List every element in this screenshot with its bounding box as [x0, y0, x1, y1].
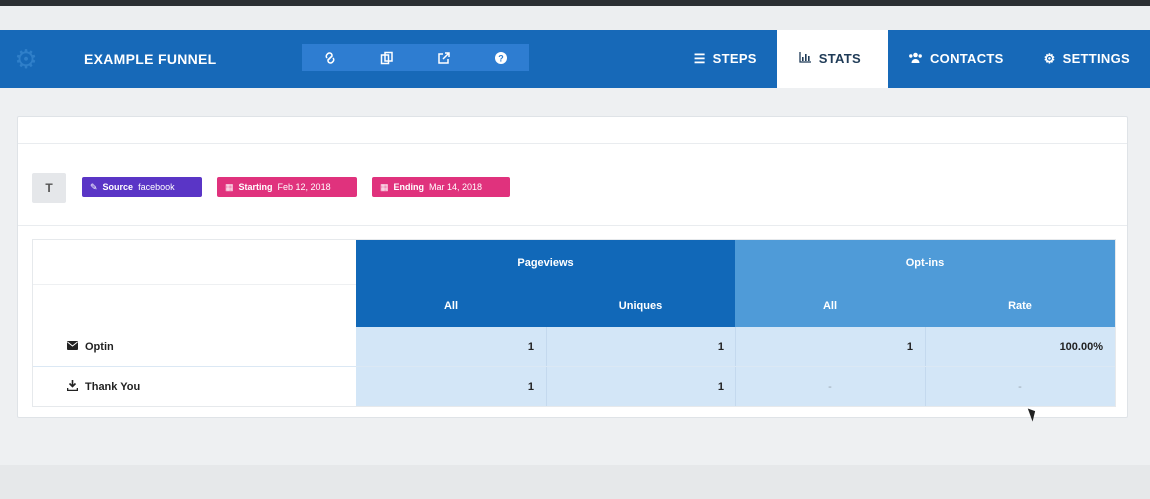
starting-key: Starting: [238, 182, 273, 192]
ending-date-chip[interactable]: ▦ Ending Mar 14, 2018: [372, 177, 510, 197]
calendar-icon: ▦: [380, 181, 389, 192]
row-cells: 1 1 1 100.00%: [356, 327, 1115, 366]
external-link-icon[interactable]: [429, 44, 459, 71]
tab-stats-label: STATS: [818, 51, 861, 66]
gear-icon: ⚙: [1043, 51, 1056, 66]
filter-icon: T: [45, 181, 53, 195]
pageviews-all-cell: 1: [527, 340, 534, 353]
envelope-icon: [67, 340, 78, 353]
ending-key: Ending: [393, 182, 425, 192]
tab-contacts[interactable]: CONTACTS: [888, 30, 1024, 88]
tab-steps[interactable]: ☰ STEPS: [674, 30, 777, 88]
source-filter-chip[interactable]: ✎ Source facebook: [82, 177, 202, 197]
optins-rate-cell: 100.00%: [1059, 340, 1103, 353]
page-top-spacer: [0, 6, 1150, 30]
link-icon[interactable]: [315, 44, 345, 71]
table-header-divider: [33, 284, 356, 285]
funnel-navbar: ⚙ EXAMPLE FUNNEL ? ☰ STEPS STATS CONTACT…: [0, 30, 1150, 88]
row-label-text: Thank You: [85, 380, 141, 393]
tab-stats[interactable]: STATS: [776, 30, 888, 88]
row-cells: 1 1 - -: [356, 367, 1115, 406]
funnel-title: EXAMPLE FUNNEL: [84, 51, 217, 67]
ending-value: Mar 14, 2018: [429, 182, 483, 192]
optins-rate-header: Rate: [925, 285, 1115, 327]
source-key: Source: [102, 182, 134, 192]
chart-icon: [799, 30, 812, 88]
copy-icon[interactable]: [372, 44, 402, 71]
tab-steps-label: STEPS: [712, 51, 757, 66]
page-footer-area: [0, 465, 1150, 499]
filter-toggle-button[interactable]: T: [32, 173, 66, 203]
funnel-action-icons: ?: [302, 44, 529, 71]
row-label-text: Optin: [85, 340, 114, 353]
tab-contacts-label: CONTACTS: [929, 51, 1004, 66]
card-divider: [18, 143, 1127, 144]
pageviews-all-cell: 1: [527, 380, 534, 393]
gear-logo-icon[interactable]: ⚙: [10, 44, 42, 74]
stats-card: T ✎ Source facebook ▦ Starting Feb 12, 2…: [17, 116, 1128, 418]
pageviews-uniques-cell: 1: [717, 340, 724, 353]
svg-text:?: ?: [498, 53, 504, 63]
table-row: Thank You 1 1 - -: [33, 366, 1115, 406]
tag-icon: ✎: [90, 181, 98, 192]
optins-all-cell: 1: [906, 340, 913, 353]
optins-all-cell: -: [828, 380, 832, 393]
stats-table: Pageviews Opt-ins All Uniques All Rate O…: [32, 239, 1116, 407]
users-icon: [908, 30, 923, 88]
pageviews-group-header: Pageviews: [356, 240, 735, 285]
download-icon: [66, 379, 79, 394]
row-label: Thank You: [66, 367, 141, 406]
table-row: Optin 1 1 1 100.00%: [33, 327, 1115, 366]
source-value: facebook: [138, 182, 175, 192]
funnel-tabs: ☰ STEPS STATS CONTACTS ⚙ SETTINGS: [674, 30, 1150, 88]
row-label: Optin: [67, 327, 114, 366]
optins-rate-cell: -: [1018, 380, 1022, 393]
tab-settings[interactable]: ⚙ SETTINGS: [1024, 30, 1150, 88]
card-divider: [18, 225, 1127, 226]
calendar-icon: ▦: [225, 181, 234, 192]
pageviews-all-header: All: [356, 285, 546, 327]
starting-value: Feb 12, 2018: [277, 182, 331, 192]
starting-date-chip[interactable]: ▦ Starting Feb 12, 2018: [217, 177, 357, 197]
help-icon[interactable]: ?: [486, 44, 516, 71]
optins-group-header: Opt-ins: [735, 240, 1115, 285]
optins-all-header: All: [735, 285, 925, 327]
tab-settings-label: SETTINGS: [1062, 51, 1130, 66]
pageviews-uniques-cell: 1: [717, 380, 724, 393]
pageviews-uniques-header: Uniques: [546, 285, 735, 327]
list-icon: ☰: [693, 51, 706, 66]
